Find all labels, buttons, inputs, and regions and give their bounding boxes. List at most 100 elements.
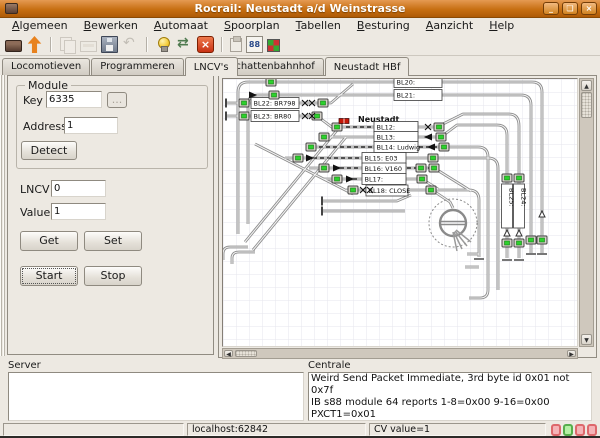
sensor[interactable] bbox=[439, 143, 449, 151]
emergency-stop-icon[interactable]: × bbox=[197, 36, 214, 53]
close-button[interactable]: × bbox=[581, 2, 597, 15]
status-cv: CV value=1 bbox=[369, 423, 546, 436]
sensor[interactable] bbox=[266, 79, 276, 86]
block-colors-icon[interactable] bbox=[267, 39, 280, 52]
menu-algemeen[interactable]: Algemeen bbox=[4, 18, 76, 34]
menu-automaat[interactable]: Automaat bbox=[146, 18, 216, 34]
block-label[interactable]: BL12: bbox=[374, 122, 418, 133]
sensor[interactable] bbox=[416, 164, 426, 172]
sensor[interactable] bbox=[434, 123, 444, 131]
power-icon[interactable] bbox=[155, 36, 172, 53]
sensor[interactable] bbox=[514, 174, 524, 182]
splitter-handle[interactable] bbox=[240, 357, 300, 360]
block-label[interactable]: BL17: bbox=[362, 174, 406, 185]
auto-mode-icon[interactable] bbox=[176, 36, 193, 53]
block-label[interactable]: BL18: CLOSE bbox=[366, 185, 410, 196]
server-log[interactable] bbox=[8, 372, 304, 421]
open-icon[interactable] bbox=[80, 41, 97, 52]
sensor[interactable] bbox=[269, 91, 279, 99]
sensor[interactable] bbox=[319, 133, 329, 141]
value-label: Value bbox=[20, 206, 50, 219]
set-button[interactable]: Set bbox=[84, 231, 142, 251]
sensor[interactable] bbox=[514, 239, 524, 247]
undo-icon[interactable] bbox=[122, 36, 139, 53]
decoder-88-icon[interactable]: 88 bbox=[246, 36, 263, 53]
sensor[interactable] bbox=[502, 174, 512, 182]
block-label[interactable]: BL20: bbox=[394, 79, 442, 88]
server-label: Server bbox=[8, 360, 41, 371]
scroll-down-button[interactable]: ▼ bbox=[581, 334, 592, 345]
sensor[interactable] bbox=[417, 175, 427, 183]
block-label[interactable]: BL15: E03 bbox=[362, 153, 406, 164]
sensor[interactable] bbox=[526, 236, 536, 244]
menu-spoorplan[interactable]: Spoorplan bbox=[216, 18, 288, 34]
block-label[interactable]: BL21: bbox=[394, 90, 442, 101]
panel-gripper[interactable] bbox=[0, 75, 6, 356]
block-label[interactable]: BL13: bbox=[374, 132, 418, 143]
detect-button[interactable]: Detect bbox=[21, 141, 77, 160]
plan-vscrollbar[interactable]: ▲ ▼ bbox=[579, 78, 594, 347]
sensor[interactable] bbox=[293, 154, 303, 162]
track-plan-canvas[interactable]: Neustadt BL20:BL21:BL22: BR798BL23: BR80… bbox=[222, 78, 578, 347]
statusbar: localhost:62842 CV value=1 bbox=[0, 423, 600, 436]
sensor[interactable] bbox=[239, 112, 249, 120]
sensor[interactable] bbox=[428, 154, 438, 162]
get-button[interactable]: Get bbox=[20, 231, 78, 251]
sensor[interactable] bbox=[319, 164, 329, 172]
browse-button[interactable]: ... bbox=[107, 92, 127, 108]
value-field[interactable] bbox=[51, 203, 106, 220]
menu-besturing[interactable]: Besturing bbox=[349, 18, 418, 34]
lncv-field[interactable] bbox=[51, 180, 106, 197]
scroll-right-button[interactable]: ▶ bbox=[567, 350, 576, 357]
minimize-button[interactable]: _ bbox=[543, 2, 559, 15]
block-label[interactable]: BL23: BR80 bbox=[251, 111, 299, 122]
stop-button[interactable]: Stop bbox=[84, 266, 142, 286]
scroll-up-button[interactable]: ▲ bbox=[581, 80, 592, 91]
sensor[interactable] bbox=[318, 99, 328, 107]
toolbar: × 88 bbox=[0, 34, 600, 56]
save-icon[interactable] bbox=[101, 36, 118, 53]
start-button[interactable]: Start bbox=[20, 266, 78, 286]
copy-icon[interactable] bbox=[59, 36, 76, 53]
tab-locomotieven[interactable]: Locomotieven bbox=[2, 58, 90, 75]
hscroll-thumb[interactable] bbox=[235, 350, 257, 357]
sensor[interactable] bbox=[502, 239, 512, 247]
signal-red[interactable] bbox=[339, 119, 349, 124]
lncv-page: Module Key ... Address Detect LNCV Value… bbox=[7, 75, 214, 355]
sensor[interactable] bbox=[312, 112, 322, 120]
svg-text:BL12:: BL12: bbox=[377, 124, 396, 132]
paste-icon[interactable] bbox=[230, 38, 242, 52]
key-field[interactable] bbox=[46, 91, 102, 108]
tab-lncvs[interactable]: LNCV's bbox=[185, 57, 238, 76]
menu-tabellen[interactable]: Tabellen bbox=[288, 18, 349, 34]
sensor[interactable] bbox=[332, 123, 342, 131]
sensor[interactable] bbox=[537, 236, 547, 244]
menu-bewerken[interactable]: Bewerken bbox=[76, 18, 146, 34]
vscroll-thumb[interactable] bbox=[581, 92, 592, 118]
address-field[interactable] bbox=[64, 117, 118, 134]
sensor[interactable] bbox=[426, 186, 436, 194]
svg-text:BL24:: BL24: bbox=[520, 188, 528, 207]
upload-icon[interactable] bbox=[26, 36, 43, 53]
tab-programmeren[interactable]: Programmeren bbox=[91, 58, 183, 75]
sensor[interactable] bbox=[239, 99, 249, 107]
block-label[interactable]: BL16: V160 bbox=[362, 163, 406, 174]
toolbar-separator bbox=[50, 37, 52, 52]
sensor[interactable] bbox=[306, 143, 316, 151]
scroll-left-button[interactable]: ◀ bbox=[224, 350, 233, 357]
workspace-icon[interactable] bbox=[5, 40, 22, 52]
sensor[interactable] bbox=[429, 164, 439, 172]
sensor[interactable] bbox=[436, 133, 446, 141]
titlebar[interactable]: Rocrail: Neustadt a/d Weinstrasse _ ❏ × bbox=[0, 0, 600, 18]
block-label[interactable]: BL14: Ludwig bbox=[374, 142, 420, 153]
menu-aanzicht[interactable]: Aanzicht bbox=[418, 18, 481, 34]
sensor[interactable] bbox=[348, 186, 358, 194]
maximize-button[interactable]: ❏ bbox=[562, 2, 578, 15]
centrale-log[interactable]: Weird Send Packet Immediate, 3rd byte id… bbox=[308, 372, 592, 421]
svg-text:BL23: BR80: BL23: BR80 bbox=[254, 113, 292, 121]
sensor[interactable] bbox=[332, 175, 342, 183]
led-red-1 bbox=[551, 424, 561, 436]
svg-text:BL17:: BL17: bbox=[365, 176, 384, 184]
menu-help[interactable]: Help bbox=[481, 18, 522, 34]
tab-neustadt-hbf[interactable]: Neustadt HBf bbox=[325, 57, 410, 76]
